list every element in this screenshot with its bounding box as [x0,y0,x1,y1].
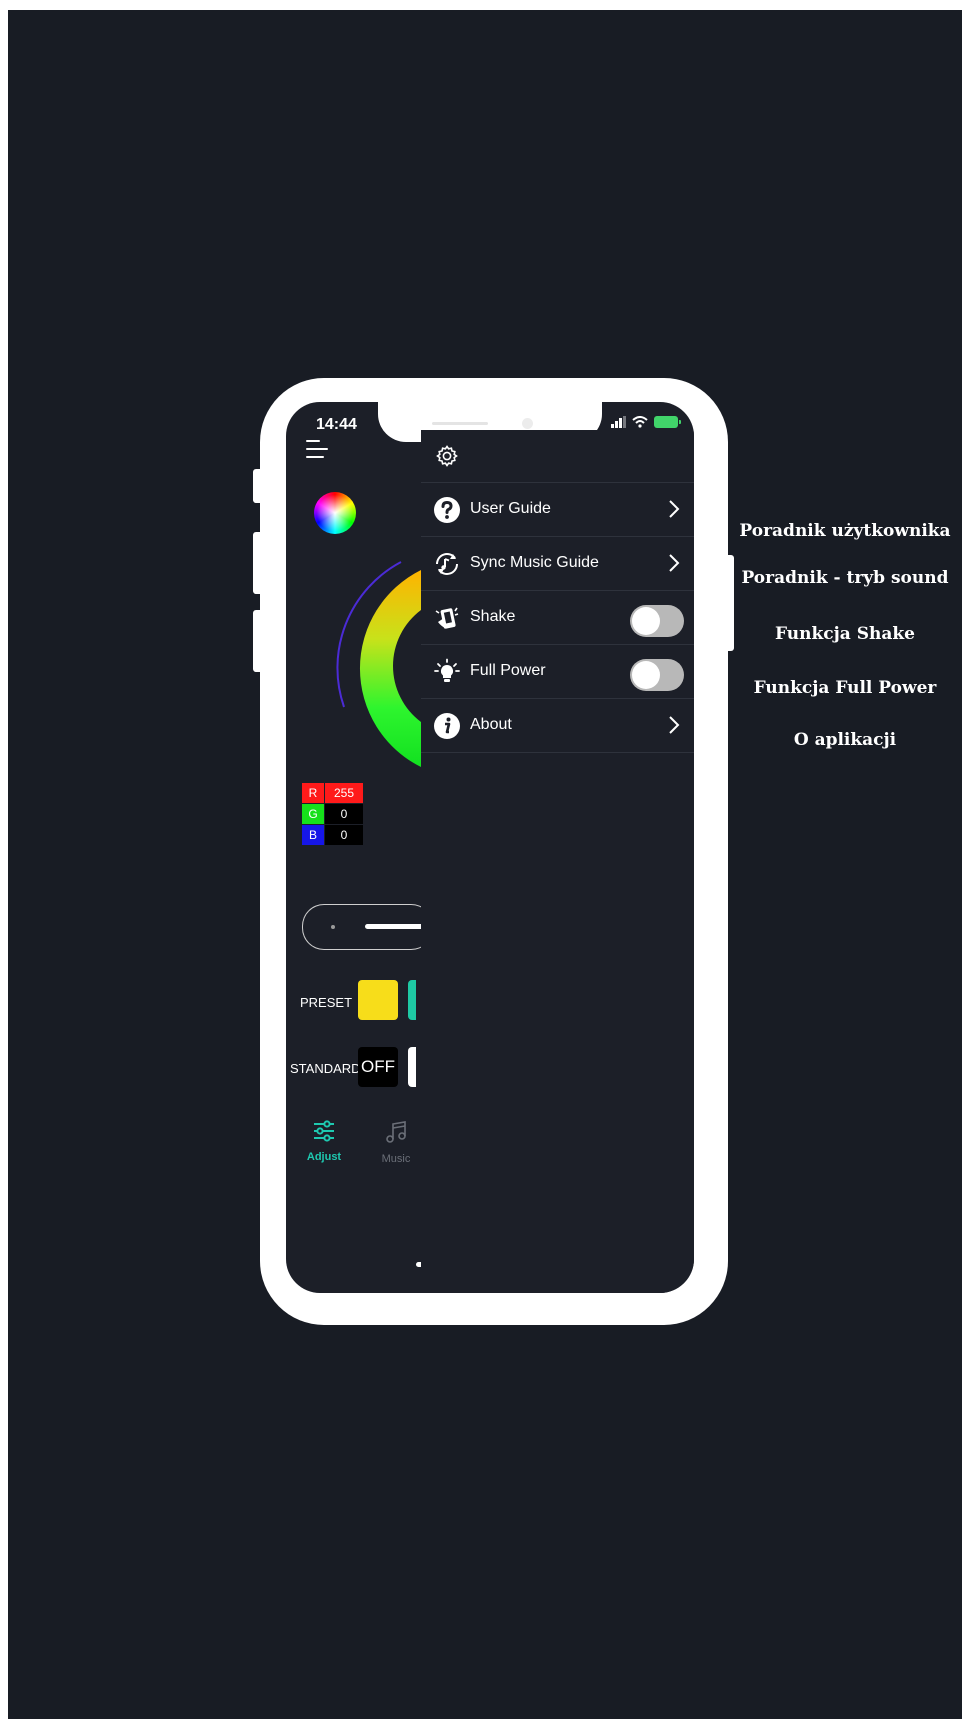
signal-icon [611,416,626,428]
annotation-shake: Funkcja Shake [775,624,915,644]
rgb-value[interactable]: 0 [325,804,363,824]
info-icon [434,713,460,739]
off-button[interactable]: OFF [358,1047,398,1087]
tab-music-label: Music [381,1153,411,1165]
color-arc-picker[interactable] [336,552,426,782]
annotation-full-power: Funkcja Full Power [753,678,937,698]
status-time: 14:44 [316,416,357,433]
rgb-row-blue: B 0 [302,825,363,845]
preset-swatch-teal[interactable] [408,980,416,1020]
menu-item-shake[interactable]: Shake [421,590,694,644]
lightbulb-icon [434,658,460,682]
rgb-key: B [302,825,324,845]
background-canvas: 14:44 R 255 G 0 B 0 PRESET STANDARD OFF … [8,10,962,1719]
full-power-toggle[interactable] [630,659,684,691]
sliders-icon [314,1120,334,1142]
notch-camera [522,418,533,429]
rgb-row-red: R 255 [302,783,363,803]
menu-item-full-power[interactable]: Full Power [421,644,694,698]
preset-swatch-yellow[interactable] [358,980,398,1020]
phone-volume-down-button [253,610,263,672]
menu-item-label: About [470,716,512,733]
music-note-icon [386,1121,406,1143]
shake-toggle[interactable] [630,605,684,637]
rgb-value[interactable]: 0 [325,825,363,845]
toggle-knob [632,607,660,635]
menu-item-label: User Guide [470,500,551,517]
menu-item-about[interactable]: About [421,698,694,753]
question-icon [434,497,460,523]
chevron-right-icon [669,716,680,734]
menu-item-label: Sync Music Guide [470,554,599,571]
phone-screen: 14:44 R 255 G 0 B 0 PRESET STANDARD OFF … [286,402,694,1293]
menu-item-user-guide[interactable]: User Guide [421,482,694,536]
drawer-menu: User Guide Sync Music Guide Shake Full P… [421,482,694,753]
chevron-right-icon [669,500,680,518]
settings-drawer: User Guide Sync Music Guide Shake Full P… [421,430,694,1293]
battery-icon [654,416,681,428]
annotation-user-guide: Poradnik użytkownika [739,521,951,541]
notch-speaker [432,422,488,425]
status-icons [611,416,681,428]
wifi-icon [632,416,648,428]
rgb-key: R [302,783,324,803]
rgb-row-green: G 0 [302,804,363,824]
color-wheel-icon[interactable] [314,492,356,534]
menu-item-sync-music-guide[interactable]: Sync Music Guide [421,536,694,590]
sync-music-icon [436,553,458,575]
rgb-values: R 255 G 0 B 0 [302,783,363,846]
standard-label: STANDARD [290,1061,361,1076]
annotation-about: O aplikacji [793,730,897,750]
chevron-right-icon [669,554,680,572]
shake-icon [435,607,459,629]
tab-music[interactable]: Music [366,1120,426,1165]
annotation-sync-music-guide: Poradnik - tryb sound [741,568,949,588]
phone-volume-up-button [253,532,263,594]
menu-hamburger-icon[interactable] [306,438,332,460]
brightness-slider[interactable] [302,904,445,950]
phone-mute-switch [253,469,263,503]
menu-item-label: Shake [470,608,516,625]
tab-adjust[interactable]: Adjust [294,1120,354,1163]
standard-swatch-white[interactable] [408,1047,416,1087]
brightness-icon [331,925,335,929]
tab-adjust-label: Adjust [306,1151,342,1163]
rgb-value[interactable]: 255 [325,783,363,803]
preset-label: PRESET [300,995,353,1010]
toggle-knob [632,661,660,689]
menu-item-label: Full Power [470,662,546,679]
gear-icon[interactable] [435,444,459,468]
rgb-key: G [302,804,324,824]
